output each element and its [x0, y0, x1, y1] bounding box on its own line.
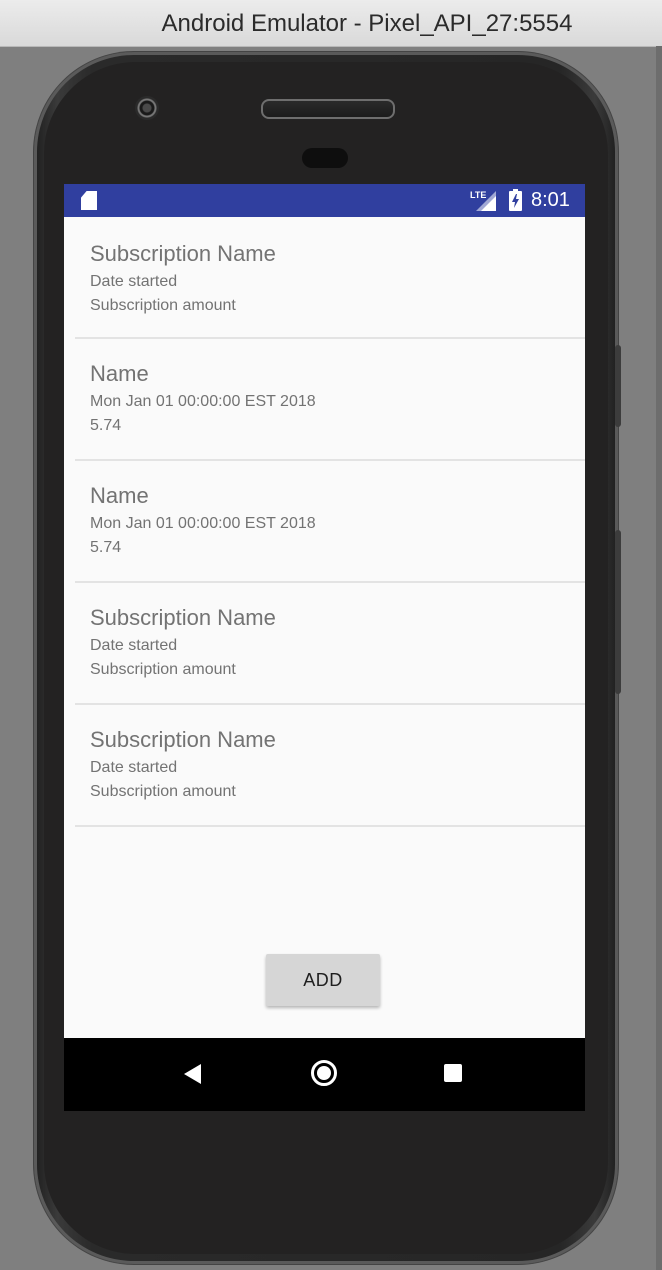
list-item[interactable]: Subscription Name Date started Subscript… — [75, 217, 585, 339]
battery-charging-icon — [509, 189, 522, 211]
front-camera-icon — [135, 96, 159, 120]
device-screen: LTE 8:01 Subscription Name Date started … — [64, 184, 585, 1111]
subscription-amount: 5.74 — [90, 417, 122, 434]
proximity-sensor — [302, 148, 348, 168]
subscription-date: Date started — [90, 759, 178, 776]
subscription-date: Mon Jan 01 00:00:00 EST 2018 — [90, 393, 316, 410]
subscription-name: Name — [90, 361, 149, 386]
signal-icon — [476, 191, 496, 211]
recents-icon[interactable] — [444, 1064, 462, 1082]
window-title-bar[interactable]: Android Emulator - Pixel_API_27:5554 — [0, 0, 662, 47]
window-title: Android Emulator - Pixel_API_27:5554 — [161, 10, 573, 37]
list-item[interactable]: Name Mon Jan 01 00:00:00 EST 2018 5.74 — [75, 339, 585, 461]
subscription-amount: Subscription amount — [90, 297, 236, 314]
add-button[interactable]: ADD — [266, 954, 380, 1006]
subscription-amount: Subscription amount — [90, 661, 236, 678]
subscription-list[interactable]: Subscription Name Date started Subscript… — [64, 217, 585, 827]
subscription-name: Subscription Name — [90, 241, 276, 266]
home-icon[interactable] — [311, 1060, 337, 1086]
status-time: 8:01 — [531, 189, 570, 211]
status-bar: LTE 8:01 — [64, 184, 585, 217]
list-item[interactable]: Name Mon Jan 01 00:00:00 EST 2018 5.74 — [75, 461, 585, 583]
list-item[interactable]: Subscription Name Date started Subscript… — [75, 583, 585, 705]
subscription-amount: Subscription amount — [90, 783, 236, 800]
subscription-name: Name — [90, 483, 149, 508]
power-button[interactable] — [615, 345, 621, 427]
subscription-amount: 5.74 — [90, 539, 122, 556]
volume-button[interactable] — [615, 530, 621, 694]
navigation-bar — [64, 1038, 585, 1111]
subscription-name: Subscription Name — [90, 605, 276, 630]
back-icon[interactable] — [184, 1064, 201, 1084]
subscription-name: Subscription Name — [90, 727, 276, 752]
background-window-edge — [656, 46, 662, 1270]
subscription-date: Date started — [90, 273, 178, 290]
list-item[interactable]: Subscription Name Date started Subscript… — [75, 705, 585, 827]
earpiece-speaker — [261, 99, 395, 119]
sd-card-icon — [81, 191, 97, 210]
subscription-date: Mon Jan 01 00:00:00 EST 2018 — [90, 515, 316, 532]
subscription-date: Date started — [90, 637, 178, 654]
